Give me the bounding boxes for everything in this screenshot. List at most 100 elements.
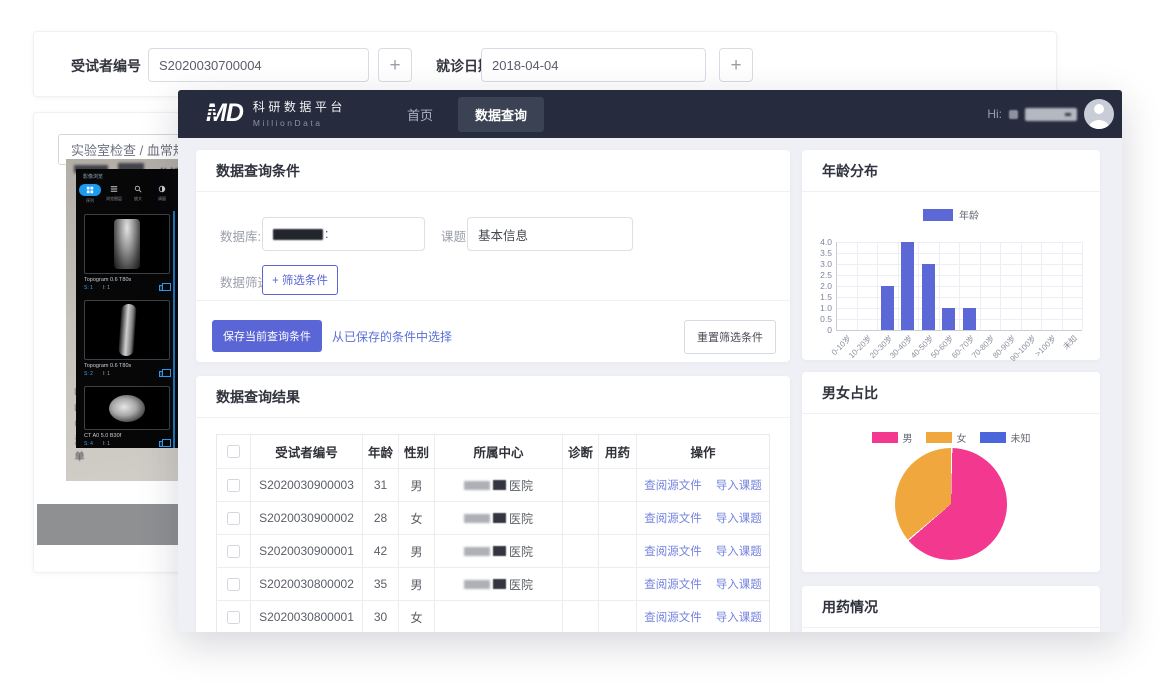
user-area: Hi:	[987, 90, 1114, 138]
select-saved-link[interactable]: 从已保存的条件中选择	[332, 328, 452, 345]
user-mini-icon	[1009, 110, 1018, 119]
subject-id-cell: S2020030800001	[251, 601, 363, 632]
center-redacted	[464, 481, 490, 490]
thumbnail-label: Topogram 0.6 T80s	[84, 277, 170, 283]
column-header: 操作	[637, 435, 769, 469]
action-link[interactable]: 导入课题	[716, 510, 762, 526]
zoom-tool[interactable]: 放大	[129, 184, 147, 204]
center-redacted	[464, 547, 490, 556]
row-checkbox[interactable]	[227, 545, 240, 558]
column-header: 所属中心	[435, 435, 563, 469]
thumbnail-frame[interactable]	[84, 214, 170, 274]
center-redacted	[464, 580, 490, 589]
age-legend-swatch	[923, 209, 953, 221]
list-tool[interactable]: 浏览图层	[105, 184, 123, 204]
add-visit-button[interactable]: +	[719, 48, 753, 82]
logo-md-icon: MD	[206, 99, 243, 128]
action-link[interactable]: 查阅源文件	[644, 477, 702, 493]
ct-axial-scan	[109, 395, 145, 422]
age-legend-label: 年龄	[959, 207, 979, 222]
subject-toolbar-card: 受试者编号 + 就诊日期 +	[33, 31, 1057, 97]
query-results-title: 数据查询结果	[196, 376, 790, 418]
viewer-thumbnail-list: Topogram 0.6 T80sS: 1I: 1Topogram 0.6 T8…	[84, 214, 170, 456]
age-legend: 年龄	[802, 207, 1100, 222]
y-tick-label: 3.5	[802, 248, 832, 258]
dicom-thumbnail[interactable]: Topogram 0.6 T80sS: 1I: 1	[84, 214, 170, 291]
topic-input[interactable]	[467, 217, 633, 251]
contrast-tool[interactable]: 调窗	[153, 184, 171, 204]
nav-item[interactable]: 首页	[390, 97, 450, 132]
gender-legend: 男女未知	[802, 430, 1100, 445]
y-tick-label: 1.0	[802, 303, 832, 313]
topogram-frontal-scan	[114, 219, 140, 269]
database-value-redacted	[273, 229, 323, 240]
bar	[963, 308, 976, 330]
y-tick-label: 1.5	[802, 292, 832, 302]
stack-icon	[159, 371, 166, 377]
medication-card: 用药情况	[802, 586, 1100, 632]
action-link[interactable]: 查阅源文件	[644, 609, 702, 625]
grid-icon	[79, 184, 101, 196]
brand-logo[interactable]: MD 科研数据平台 MillionData	[206, 98, 346, 128]
database-input[interactable]: :	[262, 217, 425, 251]
avatar[interactable]	[1084, 99, 1114, 129]
action-link[interactable]: 导入课题	[716, 609, 762, 625]
grid-tool[interactable]: 序列	[81, 184, 99, 204]
age-plot	[836, 242, 1082, 330]
y-tick-label: 2.0	[802, 281, 832, 291]
bar	[922, 264, 935, 330]
y-tick-label: 4.0	[802, 237, 832, 247]
action-link[interactable]: 导入课题	[716, 576, 762, 592]
subject-id-cell: S2020030900001	[251, 535, 363, 568]
gender-chart-title: 男女占比	[802, 372, 1100, 414]
add-subject-button[interactable]: +	[378, 48, 412, 82]
greeting-text: Hi:	[987, 107, 1002, 121]
visit-date-input[interactable]	[481, 48, 706, 82]
list-icon	[107, 184, 121, 194]
row-checkbox[interactable]	[227, 512, 240, 525]
viewer-divider	[173, 211, 175, 448]
row-checkbox[interactable]	[227, 611, 240, 624]
y-tick-label: 0	[802, 325, 832, 335]
subject-id-cell: S2020030900003	[251, 469, 363, 502]
dicom-thumbnail[interactable]: CT A0 5.0 B30fS: 4I: 1	[84, 386, 170, 447]
gender-pie	[895, 448, 1007, 560]
subject-id-input[interactable]	[148, 48, 369, 82]
action-link[interactable]: 查阅源文件	[644, 543, 702, 559]
y-tick-label: 0.5	[802, 314, 832, 324]
table-row: S202003090000142男医院查阅源文件导入课题	[217, 535, 769, 568]
x-tick-label: >100岁	[1033, 333, 1059, 359]
zoom-icon	[131, 184, 145, 194]
action-link[interactable]: 查阅源文件	[644, 510, 702, 526]
thumbnail-frame[interactable]	[84, 300, 170, 360]
column-header: 受试者编号	[251, 435, 363, 469]
main-nav: 首页数据查询	[390, 90, 552, 138]
stack-icon	[159, 441, 166, 447]
y-tick-label: 2.5	[802, 270, 832, 280]
bar	[881, 286, 894, 330]
dicom-thumbnail[interactable]: Topogram 0.6 T80sS: 2I: 1	[84, 300, 170, 377]
topic-label: 课题:	[441, 226, 469, 245]
select-all-checkbox[interactable]	[227, 445, 240, 458]
query-conditions-title: 数据查询条件	[196, 150, 790, 192]
nav-item[interactable]: 数据查询	[458, 97, 544, 132]
medication-title: 用药情况	[802, 586, 1100, 628]
row-checkbox[interactable]	[227, 479, 240, 492]
table-row: S202003090000331男医院查阅源文件导入课题	[217, 469, 769, 502]
brand-name-cn: 科研数据平台	[253, 98, 346, 115]
query-results-card: 数据查询结果 受试者编号年龄性别所属中心诊断用药操作 S202003090000…	[196, 376, 790, 632]
action-link[interactable]: 查阅源文件	[644, 576, 702, 592]
table-row: S202003080000235男医院查阅源文件导入课题	[217, 568, 769, 601]
save-query-button[interactable]: 保存当前查询条件	[212, 320, 322, 352]
screen: 受试者编号 + 就诊日期 + 实验室检查 / 血常规 分析 喷噎中湘单 影像浏览…	[0, 0, 1162, 682]
action-link[interactable]: 导入课题	[716, 543, 762, 559]
thumbnail-frame[interactable]	[84, 386, 170, 430]
legend-item: 未知	[980, 430, 1031, 445]
column-header: 性别	[399, 435, 435, 469]
row-checkbox[interactable]	[227, 578, 240, 591]
reset-filter-button[interactable]: 重置筛选条件	[684, 320, 776, 354]
action-link[interactable]: 导入课题	[716, 477, 762, 493]
add-filter-button[interactable]: + 筛选条件	[262, 265, 338, 295]
subject-id-cell: S2020030800002	[251, 568, 363, 601]
app-window: MD 科研数据平台 MillionData 首页数据查询 Hi: 数据查询条件 …	[178, 90, 1122, 632]
